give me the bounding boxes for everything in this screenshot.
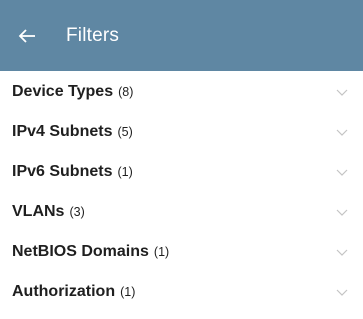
back-arrow-icon (18, 28, 36, 44)
filter-label: VLANs (12, 203, 65, 220)
filter-row-vlans[interactable]: VLANs (3) (0, 192, 363, 232)
chevron-down-icon[interactable] (335, 207, 349, 217)
chevron-down-icon[interactable] (335, 87, 349, 97)
filter-row-ipv6-subnets[interactable]: IPv6 Subnets (1) (0, 152, 363, 192)
chevron-down-icon[interactable] (335, 127, 349, 137)
page-title: Filters (66, 24, 120, 46)
filter-label: IPv4 Subnets (12, 123, 113, 140)
chevron-down-icon[interactable] (335, 287, 349, 297)
filter-count: (1) (120, 285, 136, 299)
filter-count: (1) (117, 165, 133, 179)
app-header: Filters (0, 0, 363, 71)
filter-label: Device Types (12, 83, 114, 100)
filter-row-authorization[interactable]: Authorization (1) (0, 272, 363, 312)
chevron-down-icon[interactable] (335, 167, 349, 177)
filter-label: NetBIOS Domains (12, 243, 149, 260)
filter-row-netbios-domains[interactable]: NetBIOS Domains (1) (0, 232, 363, 272)
filter-row-ipv4-subnets[interactable]: IPv4 Subnets (5) (0, 112, 363, 152)
filter-count: (1) (153, 245, 170, 259)
filter-count: (5) (117, 125, 133, 139)
filter-list: Device Types (8) IPv4 Subnets (5) IPv6 S… (0, 71, 363, 312)
filter-row-device-types[interactable]: Device Types (8) (0, 72, 363, 112)
filter-label: IPv6 Subnets (12, 163, 113, 180)
chevron-down-icon[interactable] (335, 247, 349, 257)
filter-label: Authorization (12, 283, 116, 300)
filters-screen: Filters Device Types (8) IPv4 Subnets (5… (0, 0, 363, 319)
back-button[interactable] (18, 16, 48, 56)
filter-count: (3) (69, 205, 85, 219)
filter-count: (8) (118, 85, 134, 99)
